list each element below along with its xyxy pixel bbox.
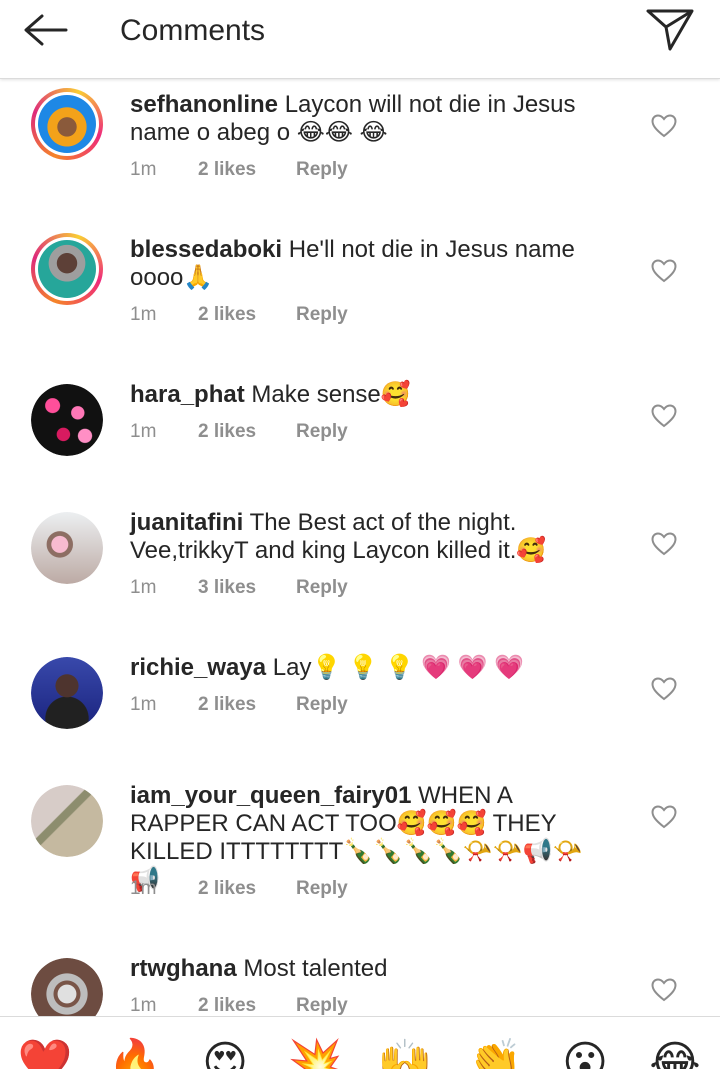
likes-count[interactable]: 2 likes (198, 878, 256, 900)
likes-count[interactable]: 2 likes (198, 995, 256, 1016)
reply-button[interactable]: Reply (296, 159, 348, 181)
timestamp: 1m (130, 159, 157, 180)
reply-button[interactable]: Reply (296, 421, 348, 443)
comment-text: richie_waya Lay💡 💡 💡 💗 💗 💗 (130, 654, 610, 682)
heart-icon[interactable] (651, 677, 677, 701)
username-link[interactable]: hara_phat (130, 381, 245, 408)
reaction-clap-button[interactable]: 👏 (467, 1035, 523, 1069)
reaction-heart-eyes-button[interactable]: 😍 (197, 1035, 253, 1069)
reaction-raised-hands-button[interactable]: 🙌 (377, 1035, 433, 1069)
timestamp: 1m (130, 577, 157, 598)
heart-icon[interactable] (651, 978, 677, 1002)
comment-text: sefhanonline Laycon will not die in Jesu… (130, 91, 610, 147)
heart-icon[interactable] (651, 259, 677, 283)
reaction-heart-button[interactable]: ❤️ (17, 1035, 73, 1069)
likes-count[interactable]: 2 likes (198, 159, 256, 181)
quick-reactions-bar: ❤️ 🔥 😍 💥 🙌 👏 😮 😂 (0, 1016, 720, 1069)
heart-icon[interactable] (651, 805, 677, 829)
likes-count[interactable]: 3 likes (198, 577, 256, 599)
heart-icon[interactable] (651, 404, 677, 428)
timestamp: 1m (130, 694, 157, 715)
reaction-laugh-button[interactable]: 😂 (647, 1035, 703, 1069)
reaction-wow-button[interactable]: 😮 (557, 1035, 613, 1069)
avatar[interactable] (31, 88, 103, 160)
likes-count[interactable]: 2 likes (198, 694, 256, 716)
page-title: Comments (120, 14, 266, 47)
avatar[interactable] (31, 657, 103, 729)
comment-body: Make sense🥰 (251, 381, 411, 408)
comment-text: juanitafini The Best act of the night. V… (130, 509, 610, 565)
comment-list[interactable]: sefhanonline Laycon will not die in Jesu… (0, 79, 720, 1016)
back-arrow-icon[interactable] (18, 10, 78, 54)
timestamp: 1m (130, 421, 157, 442)
comment-item: iam_your_queen_fairy01 WHEN A RAPPER CAN… (0, 770, 720, 943)
timestamp: 1m (130, 304, 157, 325)
reaction-fire-button[interactable]: 🔥 (107, 1035, 163, 1069)
avatar[interactable] (31, 958, 103, 1016)
send-icon[interactable] (642, 5, 698, 55)
comment-item: blessedaboki He'll not die in Jesus name… (0, 224, 720, 369)
avatar[interactable] (31, 512, 103, 584)
comment-item: sefhanonline Laycon will not die in Jesu… (0, 79, 720, 224)
comment-item: rtwghana Most talented 1m 2 likes Reply (0, 943, 720, 1016)
username-link[interactable]: iam_your_queen_fairy01 (130, 782, 411, 809)
comment-item: richie_waya Lay💡 💡 💡 💗 💗 💗 1m 2 likes Re… (0, 642, 720, 770)
comment-body: Lay💡 💡 💡 💗 💗 💗 (272, 654, 525, 681)
reply-button[interactable]: Reply (296, 304, 348, 326)
reply-button[interactable]: Reply (296, 694, 348, 716)
timestamp: 1m (130, 878, 157, 899)
timestamp: 1m (130, 995, 157, 1016)
username-link[interactable]: sefhanonline (130, 91, 278, 118)
username-link[interactable]: juanitafini (130, 509, 243, 536)
username-link[interactable]: rtwghana (130, 955, 237, 982)
comment-body: Most talented (243, 955, 388, 982)
comment-text: blessedaboki He'll not die in Jesus name… (130, 236, 610, 292)
likes-count[interactable]: 2 likes (198, 421, 256, 443)
comment-item: hara_phat Make sense🥰 1m 2 likes Reply (0, 369, 720, 497)
reply-button[interactable]: Reply (296, 995, 348, 1016)
avatar[interactable] (31, 233, 103, 305)
username-link[interactable]: blessedaboki (130, 236, 282, 263)
likes-count[interactable]: 2 likes (198, 304, 256, 326)
comment-item: juanitafini The Best act of the night. V… (0, 497, 720, 642)
avatar[interactable] (31, 384, 103, 456)
reaction-collision-button[interactable]: 💥 (287, 1035, 343, 1069)
comment-text: rtwghana Most talented (130, 955, 610, 983)
heart-icon[interactable] (651, 532, 677, 556)
comment-text: hara_phat Make sense🥰 (130, 381, 610, 409)
reply-button[interactable]: Reply (296, 878, 348, 900)
avatar[interactable] (31, 785, 103, 857)
top-bar: Comments (0, 0, 720, 79)
username-link[interactable]: richie_waya (130, 654, 266, 681)
reply-button[interactable]: Reply (296, 577, 348, 599)
heart-icon[interactable] (651, 114, 677, 138)
